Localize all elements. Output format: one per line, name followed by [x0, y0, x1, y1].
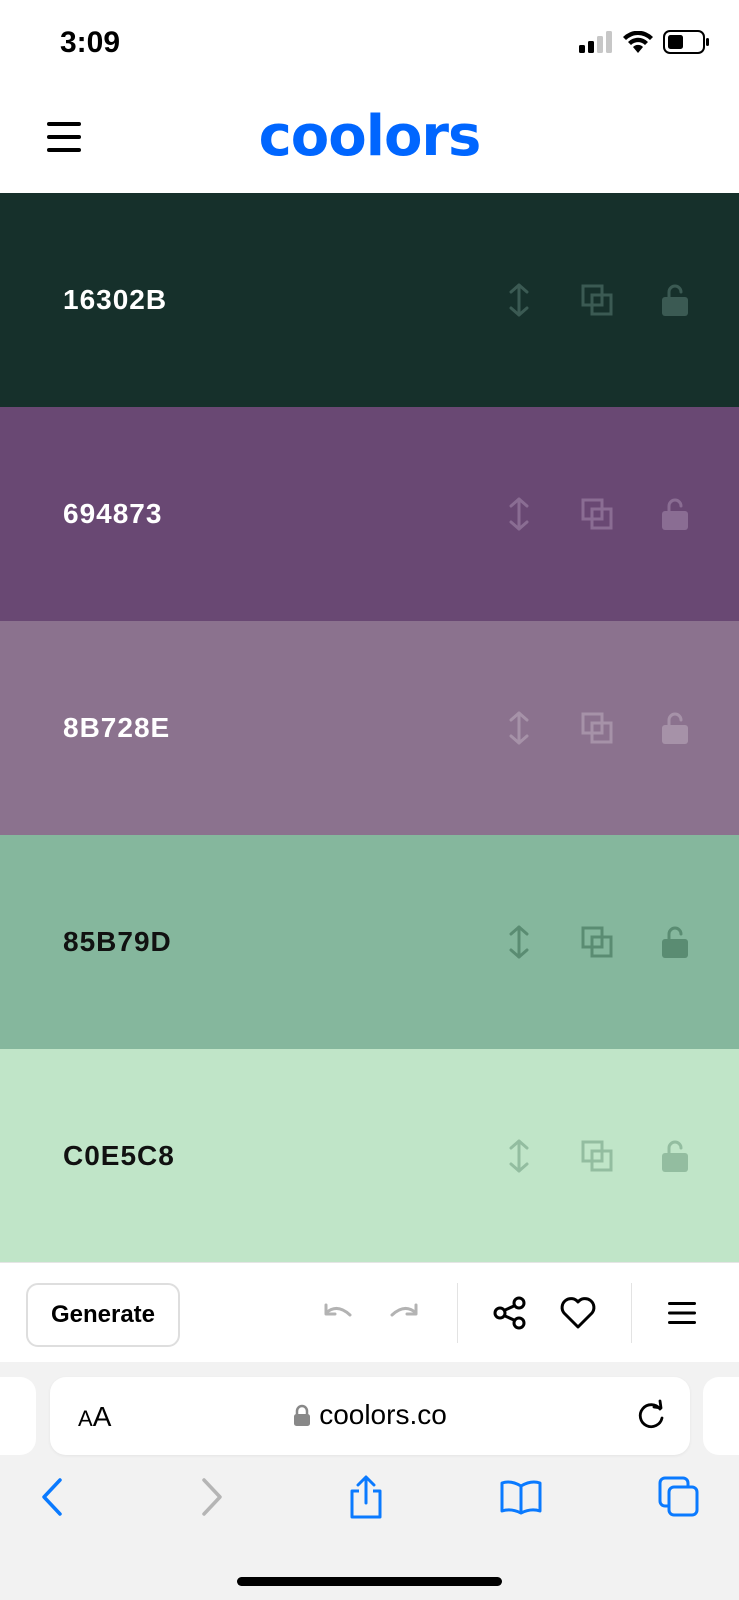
- status-icons: [579, 30, 709, 54]
- wifi-icon: [623, 31, 653, 53]
- toolbar-divider: [631, 1283, 632, 1343]
- swatch-tools: [503, 283, 691, 317]
- share-sheet-icon[interactable]: [341, 1472, 391, 1522]
- heart-icon[interactable]: [558, 1293, 598, 1333]
- lock-icon[interactable]: [659, 926, 691, 958]
- lock-icon[interactable]: [659, 712, 691, 744]
- home-indicator: [237, 1577, 502, 1586]
- reload-icon[interactable]: [634, 1399, 668, 1433]
- next-tab-pill[interactable]: [703, 1377, 739, 1455]
- hex-code[interactable]: 694873: [63, 498, 162, 530]
- drag-handle-icon[interactable]: [503, 283, 535, 317]
- back-icon[interactable]: [27, 1472, 77, 1522]
- swatch-tools: [503, 1139, 691, 1173]
- bookmarks-icon[interactable]: [496, 1472, 546, 1522]
- palette: 16302B 694873 8B728E 85B79D C0E5C8: [0, 193, 739, 1263]
- redo-icon[interactable]: [385, 1293, 425, 1333]
- status-time: 3:09: [60, 26, 121, 59]
- hex-code[interactable]: C0E5C8: [63, 1140, 175, 1172]
- drag-handle-icon[interactable]: [503, 711, 535, 745]
- drag-handle-icon[interactable]: [503, 497, 535, 531]
- url-display[interactable]: coolors.co: [50, 1399, 690, 1431]
- browser-bar: AA coolors.co: [0, 1362, 739, 1600]
- battery-icon: [663, 30, 709, 54]
- forward-icon[interactable]: [187, 1472, 237, 1522]
- browser-nav: [0, 1472, 739, 1532]
- tabs-icon[interactable]: [654, 1472, 704, 1522]
- drag-handle-icon[interactable]: [503, 1139, 535, 1173]
- color-swatch[interactable]: 694873: [0, 407, 739, 621]
- app-header: coolors: [0, 90, 739, 193]
- previous-tab-pill[interactable]: [0, 1377, 36, 1455]
- more-menu-icon[interactable]: [662, 1293, 702, 1333]
- swatch-tools: [503, 925, 691, 959]
- bottom-toolbar: Generate: [0, 1262, 739, 1364]
- signal-icon: [579, 31, 612, 53]
- lock-icon: [294, 1404, 311, 1426]
- copy-icon[interactable]: [581, 498, 613, 530]
- copy-icon[interactable]: [581, 284, 613, 316]
- logo[interactable]: coolors: [0, 102, 739, 172]
- toolbar-divider: [457, 1283, 458, 1343]
- color-swatch[interactable]: 85B79D: [0, 835, 739, 1049]
- color-swatch[interactable]: C0E5C8: [0, 1049, 739, 1263]
- color-swatch[interactable]: 16302B: [0, 193, 739, 407]
- drag-handle-icon[interactable]: [503, 925, 535, 959]
- color-swatch[interactable]: 8B728E: [0, 621, 739, 835]
- copy-icon[interactable]: [581, 1140, 613, 1172]
- address-bar[interactable]: AA coolors.co: [50, 1377, 690, 1455]
- lock-icon[interactable]: [659, 1140, 691, 1172]
- status-bar: 3:09: [0, 0, 739, 90]
- swatch-tools: [503, 497, 691, 531]
- undo-icon[interactable]: [317, 1293, 357, 1333]
- hex-code[interactable]: 8B728E: [63, 712, 170, 744]
- lock-icon[interactable]: [659, 284, 691, 316]
- copy-icon[interactable]: [581, 712, 613, 744]
- lock-icon[interactable]: [659, 498, 691, 530]
- generate-button[interactable]: Generate: [26, 1283, 180, 1347]
- share-icon[interactable]: [490, 1293, 530, 1333]
- url-text: coolors.co: [319, 1399, 447, 1430]
- hex-code[interactable]: 16302B: [63, 284, 167, 316]
- hex-code[interactable]: 85B79D: [63, 926, 172, 958]
- copy-icon[interactable]: [581, 926, 613, 958]
- swatch-tools: [503, 711, 691, 745]
